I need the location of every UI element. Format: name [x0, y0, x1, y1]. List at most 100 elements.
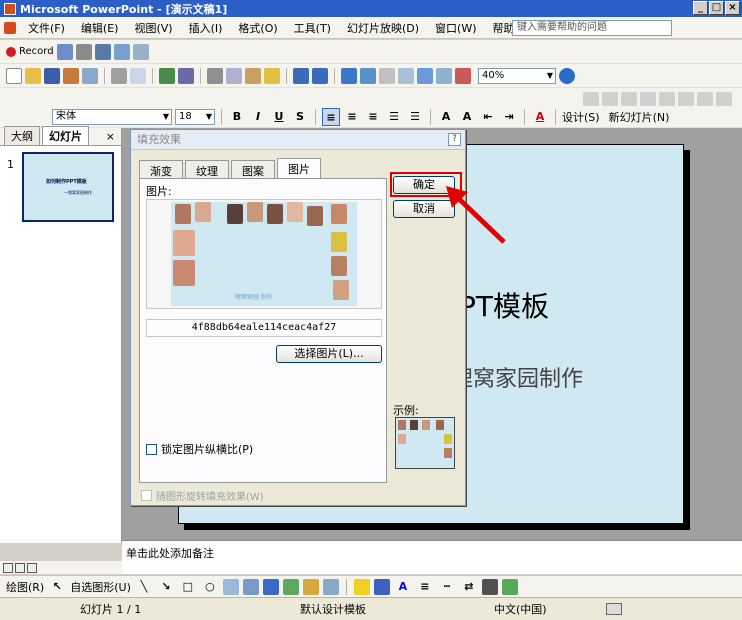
screen-icon[interactable] [94, 43, 111, 60]
table-icon[interactable] [360, 67, 376, 84]
select-picture-button[interactable]: 选择图片(L)... [276, 345, 382, 363]
email-icon[interactable] [82, 67, 98, 84]
lock-aspect-checkbox[interactable] [146, 443, 157, 455]
research-icon[interactable] [178, 67, 194, 84]
copy-icon[interactable] [226, 67, 242, 84]
format-painter-icon[interactable] [264, 67, 280, 84]
dialog-help-icon[interactable]: ? [448, 133, 461, 146]
slide-title[interactable]: PT模板 [459, 285, 549, 325]
arrow-icon[interactable]: ↘ [157, 578, 175, 596]
help-search-input[interactable]: 键入需要帮助的问题 [512, 20, 672, 36]
shadow-icon[interactable] [481, 578, 498, 595]
new-icon[interactable] [6, 67, 22, 84]
notes-pane[interactable]: 单击此处添加备注 [122, 540, 742, 574]
mail-icon[interactable] [113, 43, 130, 60]
lock-aspect-row[interactable]: 锁定图片纵横比(P) [146, 441, 253, 457]
decrease-font-button[interactable]: A [458, 108, 476, 126]
save-icon[interactable] [44, 67, 60, 84]
decrease-indent-button[interactable]: ⇤ [479, 108, 497, 126]
bold-button[interactable]: B [228, 108, 246, 126]
menu-view[interactable]: 视图(V) [126, 20, 180, 36]
record-button[interactable]: Record [6, 46, 54, 57]
line-style-icon[interactable]: ≡ [416, 578, 434, 596]
align-left-button[interactable]: ≡ [322, 107, 340, 126]
record-toolbar: Record [0, 40, 742, 64]
pen-icon[interactable] [56, 43, 73, 60]
increase-font-button[interactable]: A [437, 108, 455, 126]
picture-icon[interactable] [322, 578, 339, 595]
draw-menu-button[interactable]: 绘图(R) [6, 579, 44, 595]
slide-thumbnail[interactable]: 如何制作PPT模板 —哩窝家园制作 [22, 152, 114, 222]
underline-button[interactable]: U [270, 108, 288, 126]
insert-picture-icon[interactable] [398, 67, 414, 84]
close-button[interactable]: × [725, 1, 740, 15]
spellcheck-status-icon [606, 603, 622, 615]
slideshow-icon[interactable] [27, 562, 37, 573]
font-size-select[interactable]: 18 ▼ [175, 108, 215, 125]
menu-file[interactable]: 文件(F) [20, 20, 73, 36]
minimize-button[interactable]: _ [693, 1, 708, 15]
new-slide-button[interactable]: 新幻灯片(N) [609, 109, 670, 125]
undo-icon[interactable] [293, 67, 309, 84]
oval-icon[interactable]: ○ [201, 578, 219, 596]
annotation-arrow-icon [446, 186, 506, 244]
line-color-icon[interactable] [373, 578, 390, 595]
maximize-button[interactable]: □ [709, 1, 724, 15]
vertical-textbox-icon[interactable] [242, 578, 259, 595]
textbox-icon[interactable] [222, 578, 239, 595]
cut-icon[interactable] [207, 67, 223, 84]
picture-image: 哩窝家园 制作 [171, 202, 357, 306]
help-icon[interactable] [559, 67, 575, 84]
menu-window[interactable]: 窗口(W) [427, 20, 484, 36]
bullets-button[interactable]: ☰ [406, 108, 424, 126]
rectangle-icon[interactable]: □ [179, 578, 197, 596]
autoshapes-button[interactable]: 自选图形(U) [70, 579, 131, 595]
hyperlink-icon[interactable] [417, 67, 433, 84]
tab-slides[interactable]: 幻灯片 [42, 126, 89, 145]
close-icon[interactable]: × [106, 130, 115, 143]
menu-edit[interactable]: 编辑(E) [73, 20, 127, 36]
standard-toolbar: 40% ▼ [0, 64, 742, 88]
paste-icon[interactable] [245, 67, 261, 84]
increase-indent-button[interactable]: ⇥ [500, 108, 518, 126]
design-button[interactable]: 设计(S) [562, 109, 600, 125]
settings-icon[interactable] [132, 43, 149, 60]
slide-subtitle[interactable]: 哩窝家园制作 [451, 361, 583, 393]
wordart-icon[interactable] [262, 578, 279, 595]
expand-icon[interactable] [436, 67, 452, 84]
diagram-icon[interactable] [282, 578, 299, 595]
clipart-icon[interactable] [302, 578, 319, 595]
select-arrow-icon[interactable]: ↖ [48, 578, 66, 596]
align-right-button[interactable]: ≡ [364, 108, 382, 126]
font-color-icon[interactable]: A [394, 578, 412, 596]
permission-icon[interactable] [63, 67, 79, 84]
menu-tools[interactable]: 工具(T) [286, 20, 339, 36]
fill-color-icon[interactable] [353, 578, 370, 595]
italic-button[interactable]: I [249, 108, 267, 126]
zoom-select[interactable]: 40% ▼ [478, 67, 556, 84]
print-icon[interactable] [111, 67, 127, 84]
print-preview-icon[interactable] [130, 67, 146, 84]
align-center-button[interactable]: ≡ [343, 108, 361, 126]
camera-icon[interactable] [75, 43, 92, 60]
3d-icon[interactable] [501, 578, 518, 595]
font-select[interactable]: 宋体 ▼ [52, 108, 172, 125]
slide-sorter-icon[interactable] [15, 562, 25, 573]
color-grayscale-icon[interactable] [455, 67, 471, 84]
numbering-button[interactable]: ☰ [385, 108, 403, 126]
arrow-style-icon[interactable]: ⇄ [460, 578, 478, 596]
open-icon[interactable] [25, 67, 41, 84]
menu-format[interactable]: 格式(O) [230, 20, 285, 36]
font-color-button[interactable]: A [531, 108, 549, 126]
line-icon[interactable]: ╲ [135, 578, 153, 596]
spelling-icon[interactable] [159, 67, 175, 84]
menu-insert[interactable]: 插入(I) [181, 20, 231, 36]
normal-view-icon[interactable] [3, 562, 13, 573]
shadow-button[interactable]: S [291, 108, 309, 126]
redo-icon[interactable] [312, 67, 328, 84]
dash-style-icon[interactable]: ┅ [438, 578, 456, 596]
tables-borders-icon[interactable] [379, 67, 395, 84]
tab-outline[interactable]: 大纲 [4, 126, 40, 145]
chart-icon[interactable] [341, 67, 357, 84]
menu-slideshow[interactable]: 幻灯片放映(D) [339, 20, 427, 36]
